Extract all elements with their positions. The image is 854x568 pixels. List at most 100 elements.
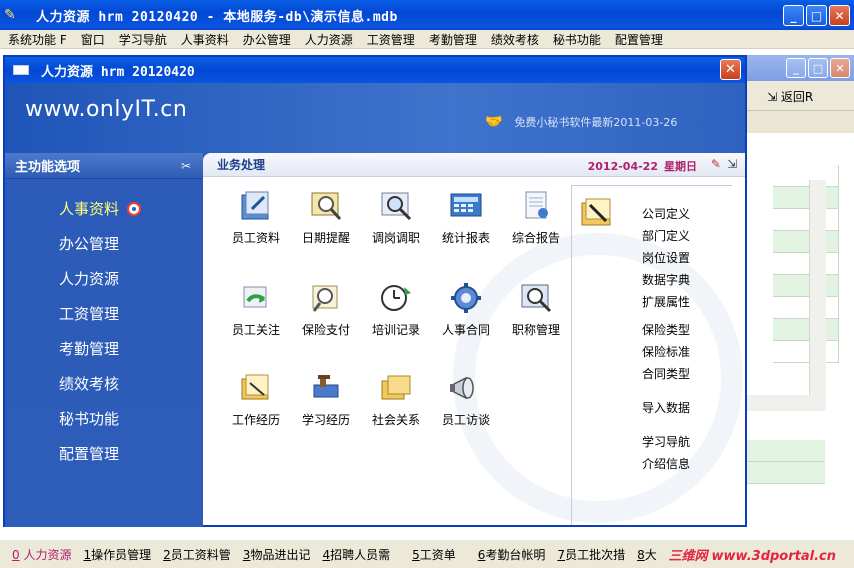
window-tab-2[interactable]: 2员工资料管 [163,546,231,563]
site-logo: www.onlyIT.cn [25,97,188,122]
insurance-payment-button[interactable]: 保险支付 [291,281,361,351]
window-tab-8[interactable]: 8大 [637,546,657,563]
link-department-definition[interactable]: 部门定义 [642,225,690,247]
window-tab-6[interactable]: 6考勤台帐明 [478,546,546,563]
back-button[interactable]: ⇲ 返回R [767,88,813,105]
bg-toolbar: ⇲ 返回R [745,81,854,111]
sidebar-item-label: 秘书功能 [59,410,120,428]
close-button[interactable]: ✕ [829,5,850,26]
sidebar-item-attendance[interactable]: 考勤管理 [5,331,203,366]
link-import-data[interactable]: 导入数据 [642,397,690,419]
window-tab-4[interactable]: 4招聘人员需 [322,546,390,563]
child-close-button[interactable]: ✕ [720,59,741,80]
minimize-button[interactable]: _ [783,5,804,26]
menu-personnel[interactable]: 人事资料 [173,31,235,48]
social-relation-button[interactable]: 社会关系 [361,371,431,441]
maximize-button[interactable]: □ [806,5,827,26]
menu-hr[interactable]: 人力资源 [297,31,359,48]
link-company-definition[interactable]: 公司定义 [642,203,690,225]
table-row[interactable] [745,462,825,484]
link-data-dictionary[interactable]: 数据字典 [642,269,690,291]
bg-minimize-button[interactable]: _ [786,58,806,78]
job-transfer-button[interactable]: 调岗调职 [361,189,431,259]
background-child-window[interactable]: _ □ ✕ ⇲ 返回R [744,55,854,515]
sidebar-item-salary[interactable]: 工资管理 [5,296,203,331]
menu-office[interactable]: 办公管理 [235,31,297,48]
work-history-button[interactable]: 工作经历 [221,371,291,441]
table-row[interactable] [773,297,839,319]
tab-number: 0 [12,547,20,562]
table-row[interactable] [773,275,839,297]
exit-icon[interactable]: ⇲ [727,157,737,171]
sidebar-item-personnel[interactable]: 人事资料 [5,191,203,226]
sidebar-item-office[interactable]: 办公管理 [5,226,203,261]
menu-secretary[interactable]: 秘书功能 [545,31,607,48]
table-row[interactable] [745,440,825,462]
menu-system[interactable]: 系统功能 F [0,31,73,48]
window-tab-5[interactable]: 5工资单 [412,546,456,563]
employee-watch-button[interactable]: 员工关注 [221,281,291,351]
tab-label: 员工批次措 [565,547,626,562]
table-row[interactable] [773,253,839,275]
icon-label: 保险支付 [301,323,350,337]
sidebar-item-secretary[interactable]: 秘书功能 [5,401,203,436]
employee-file-button[interactable]: 员工资料 [221,189,291,259]
bg-close-button[interactable]: ✕ [830,58,850,78]
sidebar-item-performance[interactable]: 绩效考核 [5,366,203,401]
menu-config[interactable]: 配置管理 [607,31,669,48]
link-extended-attributes[interactable]: 扩展属性 [642,291,690,313]
bg-maximize-button[interactable]: □ [808,58,828,78]
bg-vertical-scrollbar[interactable] [809,180,826,410]
banner: www.onlyIT.cn 🤝 免费小秘书软件最新2011-03-26 [5,83,745,153]
link-contract-type[interactable]: 合同类型 [642,363,690,385]
window-tab-3[interactable]: 3物品进出记 [243,546,311,563]
bg-horizontal-scrollbar[interactable] [745,395,825,411]
sidebar-item-hr[interactable]: 人力资源 [5,261,203,296]
employee-watch-icon [238,281,274,315]
study-history-button[interactable]: 学习经历 [291,371,361,441]
business-panel-header: 业务处理 2012-04-22 星期日 ✎ ⇲ [203,153,745,177]
link-introduction[interactable]: 介绍信息 [642,453,690,475]
menu-bar: 系统功能 F 窗口 学习导航 人事资料 办公管理 人力资源 工资管理 考勤管理 … [0,30,854,49]
link-insurance-type[interactable]: 保险类型 [642,319,690,341]
menu-performance[interactable]: 绩效考核 [483,31,545,48]
bg-window-titlebar[interactable]: _ □ ✕ [745,55,854,81]
bg-data-grid[interactable] [773,165,839,395]
link-insurance-standard[interactable]: 保险标准 [642,341,690,363]
title-management-button[interactable]: 职称管理 [501,281,571,351]
work-history-icon [238,371,274,405]
table-row[interactable] [773,209,839,231]
statistics-report-button[interactable]: 统计报表 [431,189,501,259]
table-row[interactable] [773,319,839,341]
news-link[interactable]: 🤝 免费小秘书软件最新2011-03-26 [485,114,677,130]
icon-label: 工作经历 [231,413,280,427]
personnel-contract-button[interactable]: 人事合同 [431,281,501,351]
table-row[interactable] [773,341,839,363]
magic-wand-icon[interactable]: ✎ [711,157,721,171]
menu-learning-nav[interactable]: 学习导航 [111,31,173,48]
icon-label: 员工访谈 [441,413,490,427]
link-position-settings[interactable]: 岗位设置 [642,247,690,269]
table-row[interactable] [773,231,839,253]
bg-lower-grid[interactable] [745,440,825,495]
window-tab-0[interactable]: 0 人力资源 [12,546,71,563]
training-record-button[interactable]: 培训记录 [361,281,431,351]
window-tab-7[interactable]: 7员工批次措 [557,546,625,563]
sidebar-item-config[interactable]: 配置管理 [5,436,203,471]
date-reminder-button[interactable]: 日期提醒 [291,189,361,259]
link-learning-navigation[interactable]: 学习导航 [642,431,690,453]
summary-report-button[interactable]: 综合报告 [501,189,571,259]
icon-label: 综合报告 [511,231,560,245]
child-window-titlebar[interactable]: 人力资源 hrm 20120420 ✕ [5,57,745,83]
window-tab-1[interactable]: 1操作员管理 [83,546,151,563]
menu-window[interactable]: 窗口 [73,31,111,48]
menu-attendance[interactable]: 考勤管理 [421,31,483,48]
pin-icon[interactable]: ✂ [181,159,191,173]
employee-interview-button[interactable]: 员工访谈 [431,371,501,441]
main-window-titlebar[interactable]: ✎ 人力资源 hrm 20120420 - 本地服务-db\演示信息.mdb _… [0,0,854,30]
main-window-title: 人力资源 hrm 20120420 - 本地服务-db\演示信息.mdb [36,9,398,25]
date-text: 2012-04-22 [587,160,658,173]
table-row[interactable] [773,165,839,187]
table-row[interactable] [773,187,839,209]
menu-salary[interactable]: 工资管理 [359,31,421,48]
